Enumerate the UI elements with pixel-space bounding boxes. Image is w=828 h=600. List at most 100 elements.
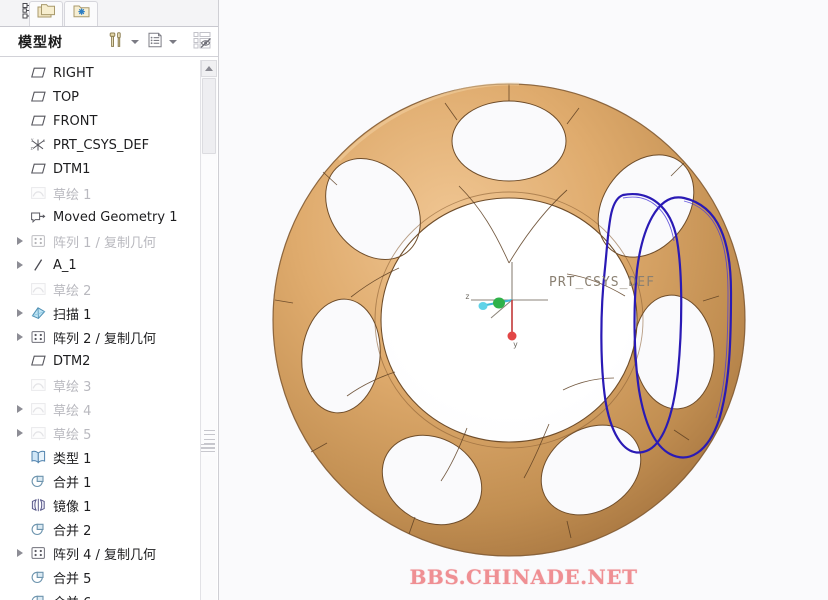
list-settings-icon [146, 31, 164, 54]
tree-item-16[interactable]: 类型 1 [0, 445, 200, 469]
tree-item-5[interactable]: 草绘 1 [0, 181, 200, 205]
tree-item-label: 草绘 5 [53, 427, 92, 443]
datum-plane-icon [30, 89, 47, 105]
tree-item-19[interactable]: 合并 2 [0, 517, 200, 541]
tree-item-9[interactable]: 草绘 2 [0, 277, 200, 301]
sketch-icon [30, 185, 47, 201]
folder-browser-tab[interactable] [29, 1, 63, 26]
tree-item-12[interactable]: DTM2 [0, 349, 200, 373]
tree-item-label: 合并 2 [53, 523, 92, 539]
panel-tabstrip [0, 0, 219, 27]
tree-item-3[interactable]: y x z PRT_CSYS_DEF [0, 133, 200, 157]
expander-triangle-icon[interactable] [17, 237, 23, 245]
tree-header: 模型树 [0, 27, 219, 57]
tree-vertical-scrollbar[interactable] [200, 60, 217, 600]
graphics-viewport[interactable]: z y PRT_CSYS_DEF BBS.CHINADE.NET [219, 0, 828, 600]
axis-icon [30, 257, 47, 273]
tree-item-14[interactable]: 草绘 4 [0, 397, 200, 421]
tree-item-label: 草绘 1 [53, 187, 92, 203]
scrollbar-thumb[interactable] [202, 78, 216, 154]
grid-hide-icon [192, 30, 212, 55]
pattern-icon [30, 233, 47, 249]
tree-item-label: DTM1 [53, 161, 91, 177]
tree-item-label: 阵列 2 / 复制几何 [53, 331, 157, 347]
tree-item-label: 阵列 4 / 复制几何 [53, 547, 157, 563]
tree-item-label: 镜像 1 [53, 499, 92, 515]
tree-item-4[interactable]: DTM1 [0, 157, 200, 181]
scroll-up-button[interactable] [201, 60, 217, 77]
csys-label: PRT_CSYS_DEF [549, 275, 655, 290]
panel-resize-grip[interactable] [201, 440, 215, 456]
sketch-icon [30, 401, 47, 417]
settings-tools-button[interactable] [104, 30, 128, 54]
pattern-icon [30, 545, 47, 561]
expander-triangle-icon[interactable] [17, 405, 23, 413]
chevron-down-icon [131, 40, 139, 44]
merge-icon [30, 521, 47, 537]
tree-item-label: 合并 5 [53, 571, 92, 587]
tree-item-label: 类型 1 [53, 451, 92, 467]
tree-item-label: 合并 1 [53, 475, 92, 491]
tree-item-label: FRONT [53, 113, 98, 129]
sketch-icon [30, 425, 47, 441]
tree-columns-dropdown[interactable] [166, 30, 180, 54]
tree-item-label: 草绘 3 [53, 379, 92, 395]
model-tree-list[interactable]: RIGHT TOP FRONT y x z PRT_CSYS_DEF DTM1 草绘 1 Move… [0, 58, 219, 600]
3d-model-geometry: z y [272, 82, 746, 557]
datum-plane-icon [30, 65, 47, 81]
tree-item-label: 阵列 1 / 复制几何 [53, 235, 157, 251]
tree-item-6[interactable]: Moved Geometry 1 [0, 205, 200, 229]
tree-item-17[interactable]: 合并 1 [0, 469, 200, 493]
expander-triangle-icon[interactable] [17, 549, 23, 557]
panel-title: 模型树 [18, 35, 63, 51]
mirror-icon [30, 497, 47, 513]
merge-icon [30, 473, 47, 489]
folder-star-icon [72, 3, 91, 25]
tree-item-22[interactable]: 合并 6 [0, 589, 200, 600]
tree-item-8[interactable]: A_1 [0, 253, 200, 277]
tree-item-10[interactable]: 扫描 1 [0, 301, 200, 325]
tree-item-0[interactable]: RIGHT [0, 61, 200, 85]
tree-item-2[interactable]: FRONT [0, 109, 200, 133]
tree-item-label: TOP [53, 89, 80, 105]
tree-item-label: 草绘 4 [53, 403, 92, 419]
tree-item-1[interactable]: TOP [0, 85, 200, 109]
svg-text:y: y [513, 340, 518, 349]
tree-item-label: PRT_CSYS_DEF [53, 137, 150, 153]
tree-item-15[interactable]: 草绘 5 [0, 421, 200, 445]
hammer-screwdriver-icon [106, 30, 126, 55]
tree-item-7[interactable]: 阵列 1 / 复制几何 [0, 229, 200, 253]
tree-item-label: RIGHT [53, 65, 94, 81]
datum-plane-icon [30, 161, 47, 177]
moved-geometry-icon [30, 209, 47, 225]
expander-triangle-icon[interactable] [17, 429, 23, 437]
datum-plane-icon [30, 353, 47, 369]
tree-item-label: DTM2 [53, 353, 91, 369]
svg-text:z: z [465, 292, 470, 301]
expander-triangle-icon[interactable] [17, 333, 23, 341]
tree-item-13[interactable]: 草绘 3 [0, 373, 200, 397]
sweep-icon [30, 305, 47, 321]
coordinate-system-icon: yxz [30, 137, 47, 153]
tree-item-20[interactable]: 阵列 4 / 复制几何 [0, 541, 200, 565]
datum-plane-icon [30, 113, 47, 129]
chevron-up-icon [205, 66, 213, 71]
sketch-icon [30, 281, 47, 297]
tree-item-21[interactable]: 合并 5 [0, 565, 200, 589]
expander-triangle-icon[interactable] [17, 309, 23, 317]
tree-columns-button[interactable] [144, 30, 166, 54]
tree-item-label: A_1 [53, 257, 77, 273]
tree-item-18[interactable]: 镜像 1 [0, 493, 200, 517]
pattern-icon [30, 329, 47, 345]
favorites-tab[interactable] [64, 1, 98, 26]
scrollbar-track[interactable] [202, 156, 216, 456]
folders-icon [37, 3, 56, 25]
application-window: 模型树 RIGHT TOP FRONT y x z PRT_CSYS_DEF D… [0, 0, 828, 600]
site-watermark: BBS.CHINADE.NET [409, 565, 638, 589]
tree-filter-button[interactable] [190, 30, 214, 54]
expander-triangle-icon[interactable] [17, 261, 23, 269]
chevron-down-icon [169, 40, 177, 44]
tree-item-11[interactable]: 阵列 2 / 复制几何 [0, 325, 200, 349]
settings-tools-dropdown[interactable] [128, 30, 142, 54]
tree-item-label: 扫描 1 [53, 307, 92, 323]
